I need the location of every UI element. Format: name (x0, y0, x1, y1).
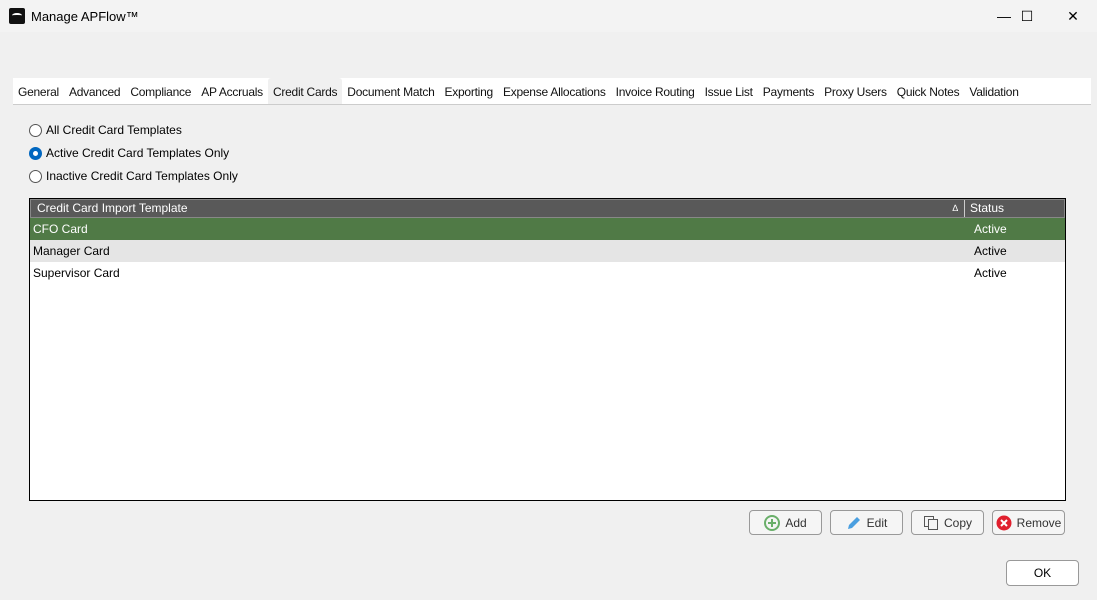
tab-quick-notes[interactable]: Quick Notes (892, 78, 965, 104)
radio-circle[interactable] (29, 123, 42, 137)
radio-label: Inactive Credit Card Templates Only (46, 169, 238, 183)
tab-invoice-routing[interactable]: Invoice Routing (611, 78, 700, 104)
tab-bar: General Advanced Compliance AP Accruals … (13, 78, 1091, 105)
table-row[interactable]: Manager Card Active (30, 240, 1065, 262)
tab-general[interactable]: General (13, 78, 64, 104)
radio-label: All Credit Card Templates (46, 123, 182, 137)
tab-exporting[interactable]: Exporting (440, 78, 498, 104)
tab-ap-accruals[interactable]: AP Accruals (196, 78, 268, 104)
radio-active-only[interactable]: Active Credit Card Templates Only (29, 146, 229, 160)
column-header-template[interactable]: Credit Card Import Template ∆ (31, 200, 965, 217)
radio-label: Active Credit Card Templates Only (46, 146, 230, 160)
plus-circle-icon (764, 514, 781, 531)
tab-document-match[interactable]: Document Match (342, 78, 439, 104)
radio-inactive-only[interactable]: Inactive Credit Card Templates Only (29, 169, 238, 183)
pencil-icon (847, 516, 860, 529)
tab-advanced[interactable]: Advanced (64, 78, 125, 104)
copy-button[interactable]: Copy (911, 510, 984, 535)
edit-button[interactable]: Edit (830, 510, 903, 535)
column-header-status[interactable]: Status (965, 200, 1064, 217)
radio-all-templates[interactable]: All Credit Card Templates (29, 123, 182, 137)
add-button[interactable]: Add (749, 510, 822, 535)
tab-expense-allocations[interactable]: Expense Allocations (498, 78, 611, 104)
radio-circle-checked[interactable] (29, 146, 42, 160)
radio-circle[interactable] (29, 169, 42, 183)
window-title: Manage APFlow™ (31, 8, 139, 24)
title-bar: Manage APFlow™ — ☐ ✕ (0, 0, 1097, 32)
tab-credit-cards[interactable]: Credit Cards (267, 78, 343, 104)
tab-compliance[interactable]: Compliance (125, 78, 196, 104)
table-row[interactable]: CFO Card Active (30, 218, 1065, 240)
ok-button[interactable]: OK (1006, 560, 1079, 586)
maximize-button[interactable]: ☐ (1004, 0, 1050, 32)
remove-button[interactable]: Remove (992, 510, 1065, 535)
tab-proxy-users[interactable]: Proxy Users (819, 78, 892, 104)
app-icon (9, 8, 25, 24)
grid-header: Credit Card Import Template ∆ Status (30, 199, 1065, 218)
remove-icon (996, 515, 1012, 530)
tab-validation[interactable]: Validation (964, 78, 1023, 104)
sort-ascending-icon: ∆ (952, 203, 958, 213)
table-row[interactable]: Supervisor Card Active (30, 262, 1065, 284)
close-button[interactable]: ✕ (1050, 0, 1096, 32)
copy-icon (923, 515, 938, 530)
templates-grid: Credit Card Import Template ∆ Status CFO … (29, 198, 1066, 501)
tab-issue-list[interactable]: Issue List (700, 78, 758, 104)
tab-payments[interactable]: Payments (758, 78, 819, 104)
